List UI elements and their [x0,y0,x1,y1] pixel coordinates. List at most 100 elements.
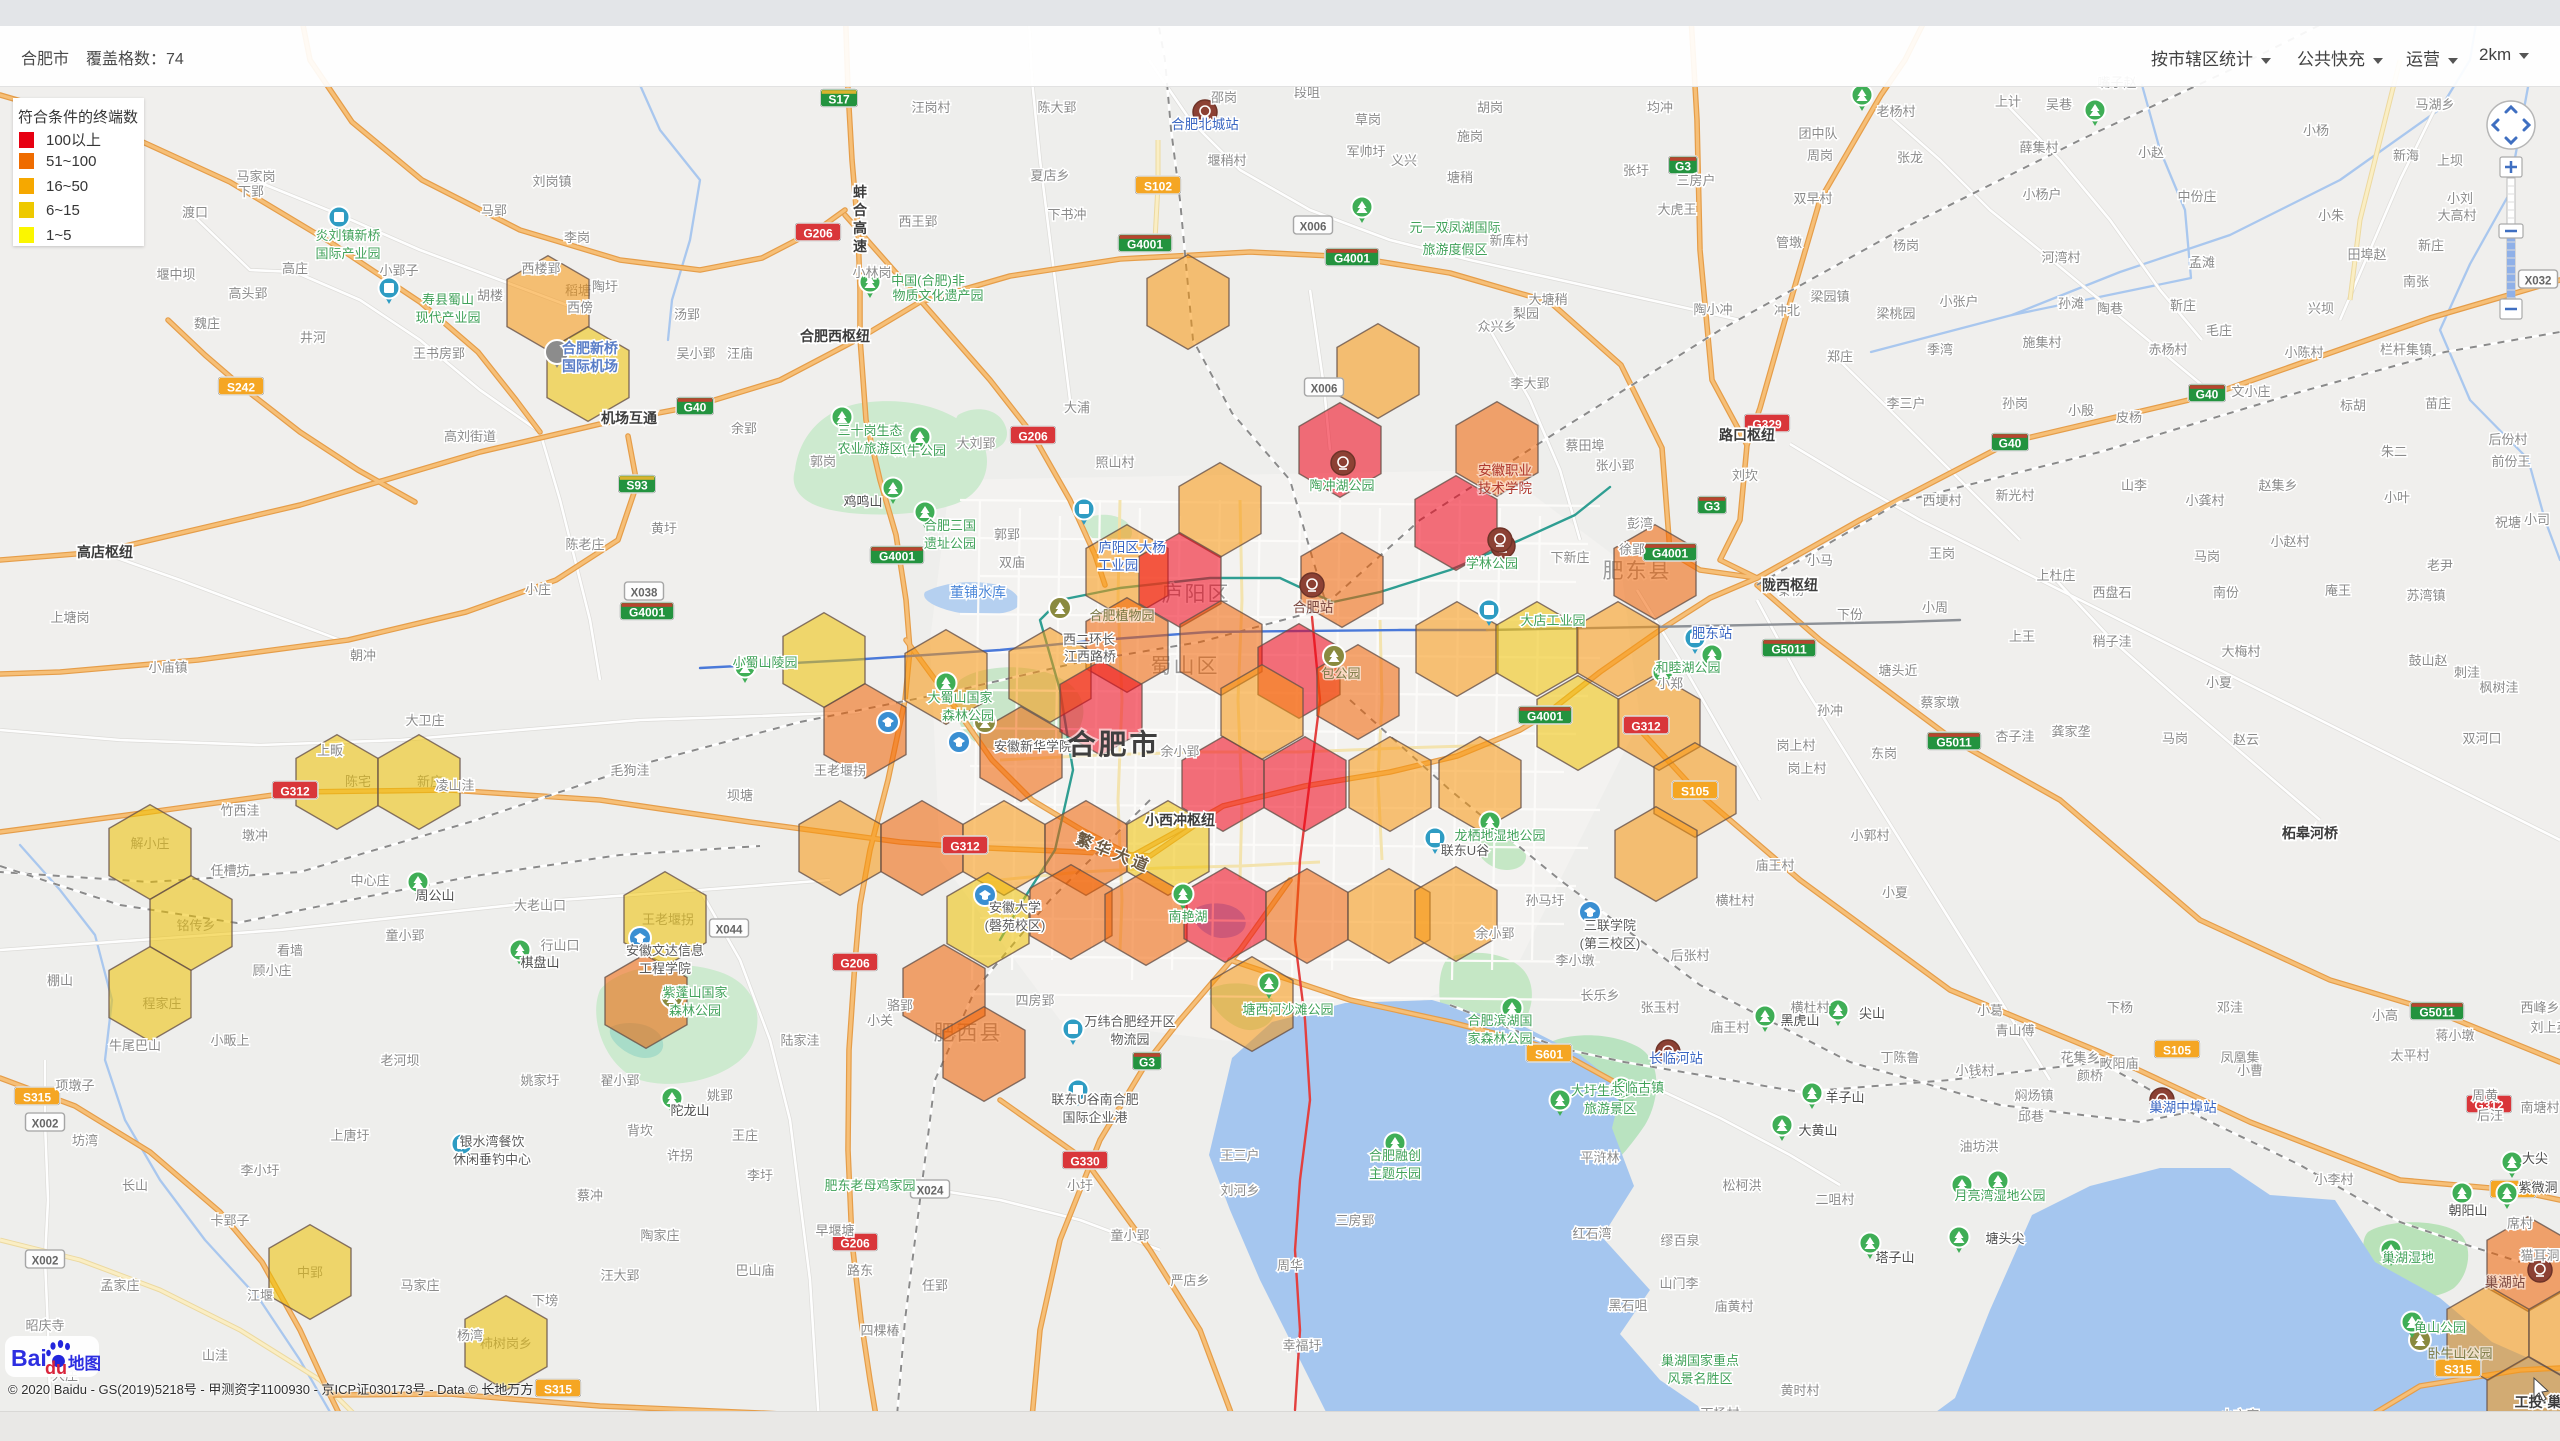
svg-text:G40: G40 [1999,437,2022,451]
svg-text:翟小郢: 翟小郢 [600,1073,639,1088]
svg-text:银水湾餐饮: 银水湾餐饮 [459,1134,524,1149]
svg-text:赤杨村: 赤杨村 [2148,342,2187,357]
svg-text:大塘稍: 大塘稍 [1528,292,1567,307]
svg-text:高刘街道: 高刘街道 [444,429,496,444]
svg-text:技术学院: 技术学院 [1478,481,1532,496]
svg-text:下份: 下份 [1837,607,1863,622]
svg-text:合肥西枢纽: 合肥西枢纽 [800,328,870,344]
svg-text:南张: 南张 [2403,274,2429,289]
svg-text:联东U谷南合肥: 联东U谷南合肥 [1051,1092,1138,1107]
svg-text:学林公园: 学林公园 [1466,556,1518,571]
svg-text:邱巷: 邱巷 [2018,1109,2044,1124]
svg-text:管墩: 管墩 [1776,235,1802,250]
svg-text:王岗: 王岗 [1929,546,1955,561]
svg-text:魏庄: 魏庄 [194,316,220,331]
svg-text:塘头近: 塘头近 [1878,663,1917,678]
svg-text:余郢: 余郢 [731,421,757,436]
svg-text:黑虎山: 黑虎山 [1780,1013,1819,1028]
svg-text:田埠赵: 田埠赵 [2347,247,2386,262]
svg-text:江堰: 江堰 [247,1288,273,1303]
svg-text:庐阳区大杨: 庐阳区大杨 [1098,540,1166,555]
svg-text:王书房郢: 王书房郢 [413,346,465,361]
svg-text:大黄山: 大黄山 [1798,1123,1837,1138]
svg-text:G4001: G4001 [879,550,915,564]
svg-text:兴坝: 兴坝 [2308,301,2334,316]
svg-text:柘皋河桥: 柘皋河桥 [2281,825,2339,841]
svg-text:小赵: 小赵 [2138,145,2164,160]
svg-text:上塘岗: 上塘岗 [50,610,89,625]
svg-text:巢湖站: 巢湖站 [2485,1275,2526,1290]
svg-text:塘西河沙滩公园: 塘西河沙滩公园 [1242,1002,1333,1017]
svg-text:张圩: 张圩 [1623,163,1649,178]
svg-text:岗上村: 岗上村 [1776,738,1815,753]
svg-text:塘稍: 塘稍 [1447,170,1473,185]
svg-text:老河坝: 老河坝 [380,1053,419,1068]
svg-text:冲北: 冲北 [1774,303,1800,318]
svg-text:炎刘镇新桥: 炎刘镇新桥 [315,228,380,243]
svg-text:农业旅游区: 农业旅游区 [837,441,902,456]
svg-text:西王郢: 西王郢 [898,214,937,229]
svg-text:陶家庄: 陶家庄 [640,1228,679,1243]
svg-text:孙岗: 孙岗 [2002,396,2028,411]
svg-text:大虎王: 大虎王 [1657,202,1696,217]
svg-text:月亮湾湿地公园: 月亮湾湿地公园 [1954,1188,2045,1203]
svg-text:吴巷: 吴巷 [2046,97,2072,112]
svg-text:山门李: 山门李 [1659,1276,1698,1291]
svg-text:小夏: 小夏 [1882,885,1908,900]
svg-text:汤郢: 汤郢 [674,307,700,322]
svg-text:地图: 地图 [68,1353,101,1373]
svg-text:工投·巢: 工投·巢 [2515,1394,2560,1410]
svg-text:小朱: 小朱 [2318,208,2344,223]
svg-text:严店乡: 严店乡 [1170,1273,1209,1288]
svg-text:西埂村: 西埂村 [1922,493,1961,508]
svg-text:G5011: G5011 [1936,736,1972,750]
svg-text:现代产业园: 现代产业园 [415,310,480,325]
svg-text:大梅村: 大梅村 [2221,644,2260,659]
svg-text:X044: X044 [716,925,743,937]
svg-text:塘头尖: 塘头尖 [1985,1231,2024,1246]
svg-text:西傍: 西傍 [567,300,593,315]
svg-text:姚郢: 姚郢 [707,1088,733,1103]
svg-text:鼓山赵: 鼓山赵 [2408,653,2447,668]
svg-text:花集乡: 花集乡 [2060,1050,2099,1065]
svg-text:幸福圩: 幸福圩 [1282,1338,1321,1353]
svg-text:上畈: 上畈 [317,743,343,758]
svg-text:刘河乡: 刘河乡 [1220,1183,1259,1198]
svg-text:西楼郢: 西楼郢 [521,261,560,276]
svg-text:吴小郢: 吴小郢 [676,346,715,361]
svg-text:任郢: 任郢 [922,1278,948,1293]
svg-text:西盘石: 西盘石 [2092,585,2131,600]
svg-text:小蜀山陵园: 小蜀山陵园 [732,655,797,670]
svg-text:黑石咀: 黑石咀 [1608,1298,1647,1313]
svg-text:G3: G3 [1675,160,1691,174]
svg-text:朝冲: 朝冲 [350,648,376,663]
svg-text:卡郢子: 卡郢子 [210,1213,249,1228]
svg-text:小赵村: 小赵村 [2270,534,2309,549]
svg-text:森林公园: 森林公园 [669,1003,721,1018]
svg-text:和睦湖公园: 和睦湖公园 [1655,660,1720,675]
svg-text:施岗: 施岗 [1457,129,1483,144]
svg-text:杨湾: 杨湾 [457,1328,483,1343]
svg-text:孙马圩: 孙马圩 [1525,893,1564,908]
svg-text:新库村: 新库村 [1489,233,1528,248]
svg-text:草岗: 草岗 [1355,112,1381,127]
svg-text:陈老庄: 陈老庄 [565,537,604,552]
svg-text:联东U谷: 联东U谷 [1441,843,1489,858]
svg-text:邓洼: 邓洼 [2217,1000,2243,1015]
svg-text:马家庄: 马家庄 [400,1278,439,1293]
svg-text:小马: 小马 [1807,553,1833,568]
svg-text:G206: G206 [840,1237,870,1251]
svg-text:上唐圩: 上唐圩 [330,1128,369,1143]
svg-text:新光村: 新光村 [1995,488,2034,503]
svg-text:苗庄: 苗庄 [2425,396,2451,411]
svg-text:遗址公园: 遗址公园 [924,536,976,551]
svg-text:合肥站: 合肥站 [1293,600,1334,615]
svg-text:包公园: 包公园 [1321,666,1360,681]
svg-text:团中队: 团中队 [1798,126,1837,141]
svg-text:国际机场: 国际机场 [562,358,618,374]
svg-text:长山: 长山 [122,1178,148,1193]
svg-text:安徽文达信息: 安徽文达信息 [626,943,704,958]
svg-text:合肥北城站: 合肥北城站 [1171,117,1239,132]
svg-text:小杨: 小杨 [2303,123,2329,138]
svg-text:刘坎: 刘坎 [1732,468,1758,483]
